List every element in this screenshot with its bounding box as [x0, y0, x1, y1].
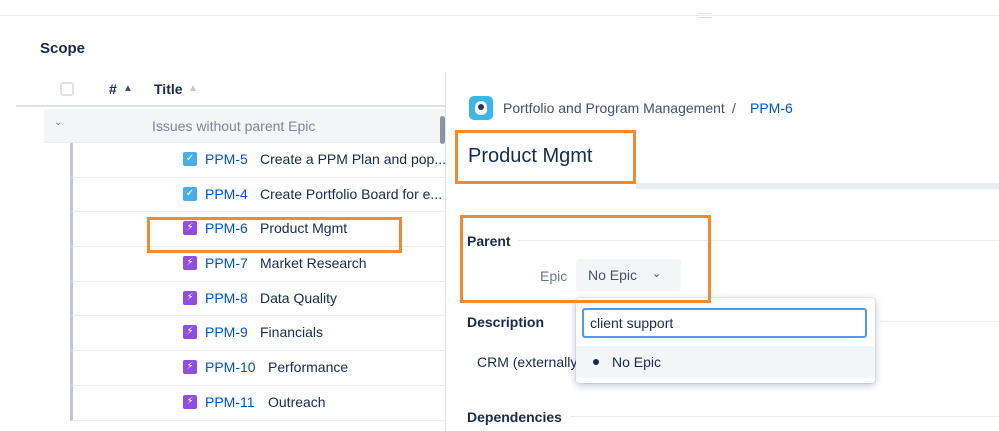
issue-summary: Create a PPM Plan and pop...	[260, 151, 446, 167]
project-avatar-icon[interactable]	[469, 96, 493, 120]
column-header-title[interactable]: Title	[154, 81, 183, 97]
selected-dot-icon	[593, 359, 599, 365]
issue-summary: Performance	[268, 359, 349, 376]
issue-rows: ✓ PPM-5 Create a PPM Plan and pop... ✓ P…	[70, 143, 446, 421]
table-row[interactable]: ⚡ PPM-10 Performance	[70, 351, 446, 386]
dependencies-heading: Dependencies	[467, 409, 562, 425]
epic-search-input[interactable]	[582, 308, 867, 338]
issue-summary: Market Research	[260, 255, 367, 272]
sort-inactive-icon[interactable]: ▲	[188, 83, 198, 94]
table-row[interactable]: ✓ PPM-5 Create a PPM Plan and pop...	[70, 143, 446, 178]
parent-heading: Parent	[467, 233, 511, 249]
issue-key-link[interactable]: PPM-4	[205, 186, 248, 202]
issue-key-link[interactable]: PPM-9	[205, 324, 248, 340]
epic-option-no-epic[interactable]: No Epic	[576, 346, 875, 378]
issue-summary: Product Mgmt	[260, 220, 348, 237]
panel-divider[interactable]	[445, 72, 446, 431]
issue-key-link[interactable]: PPM-11	[205, 394, 255, 410]
epic-lightning-icon: ⚡	[183, 394, 197, 409]
issue-key-link[interactable]: PPM-5	[205, 151, 248, 167]
section-divider	[880, 321, 999, 322]
sort-ascending-icon[interactable]: ▲	[123, 83, 133, 94]
epic-lightning-icon: ⚡	[183, 325, 197, 340]
issue-key-link[interactable]: PPM-10	[205, 359, 256, 375]
breadcrumb-separator: /	[732, 100, 736, 116]
epic-select[interactable]: No Epic ⌄	[576, 259, 681, 291]
breadcrumb-project[interactable]: Portfolio and Program Management	[503, 100, 725, 116]
issue-key-link[interactable]: PPM-6	[205, 220, 248, 236]
issue-summary: Financials	[260, 324, 324, 341]
task-checkbox-icon: ✓	[183, 186, 197, 201]
table-row[interactable]: ⚡ PPM-6 Product Mgmt	[70, 212, 446, 248]
epic-option-label: No Epic	[612, 354, 662, 370]
issue-title[interactable]: Product Mgmt	[468, 145, 592, 168]
epic-dropdown-popup: No Epic	[576, 298, 875, 383]
epic-field-label: Epic	[540, 268, 568, 284]
task-checkbox-icon: ✓	[183, 152, 197, 166]
table-row[interactable]: ⚡ PPM-8 Data Quality	[70, 281, 446, 317]
section-divider	[518, 240, 999, 241]
breadcrumb-issue-key[interactable]: PPM-6	[750, 100, 793, 116]
epic-lightning-icon: ⚡	[183, 221, 197, 236]
issue-key-link[interactable]: PPM-8	[205, 290, 248, 306]
epic-select-value: No Epic	[588, 267, 638, 283]
epic-lightning-icon: ⚡	[183, 256, 197, 271]
issue-summary: Outreach	[268, 393, 326, 410]
table-row[interactable]: ⚡ PPM-9 Financials	[70, 316, 446, 352]
description-heading: Description	[467, 314, 545, 330]
select-all-checkbox[interactable]	[60, 82, 74, 96]
chevron-down-icon[interactable]: ⌄	[652, 267, 661, 280]
group-row-without-epic[interactable]: ⌄ Issues without parent Epic	[44, 109, 446, 143]
issue-key-link[interactable]: PPM-7	[205, 255, 248, 271]
epic-lightning-icon: ⚡	[183, 360, 197, 375]
section-divider	[570, 416, 999, 417]
avatar-eye	[478, 104, 484, 110]
table-row[interactable]: ⚡ PPM-7 Market Research	[70, 247, 446, 282]
chevron-down-icon[interactable]: ⌄	[54, 117, 62, 128]
description-text[interactable]: CRM (externally	[477, 354, 577, 370]
epic-lightning-icon: ⚡	[183, 290, 197, 305]
issue-list-panel: # ▲ Title ▲ ⌄ Issues without parent Epic…	[16, 72, 446, 431]
title-divider	[636, 183, 999, 189]
issue-summary: Create Portfolio Board for e...	[260, 185, 443, 202]
resize-handle[interactable]	[698, 13, 712, 18]
table-row[interactable]: ✓ PPM-4 Create Portfolio Board for e...	[70, 177, 446, 213]
top-divider	[0, 15, 999, 16]
scope-heading: Scope	[40, 40, 86, 57]
group-label: Issues without parent Epic	[152, 118, 316, 134]
table-row[interactable]: ⚡ PPM-11 Outreach	[70, 385, 446, 421]
list-header: # ▲ Title ▲	[16, 72, 446, 107]
column-header-number[interactable]: #	[109, 81, 117, 97]
issue-summary: Data Quality	[260, 289, 338, 306]
